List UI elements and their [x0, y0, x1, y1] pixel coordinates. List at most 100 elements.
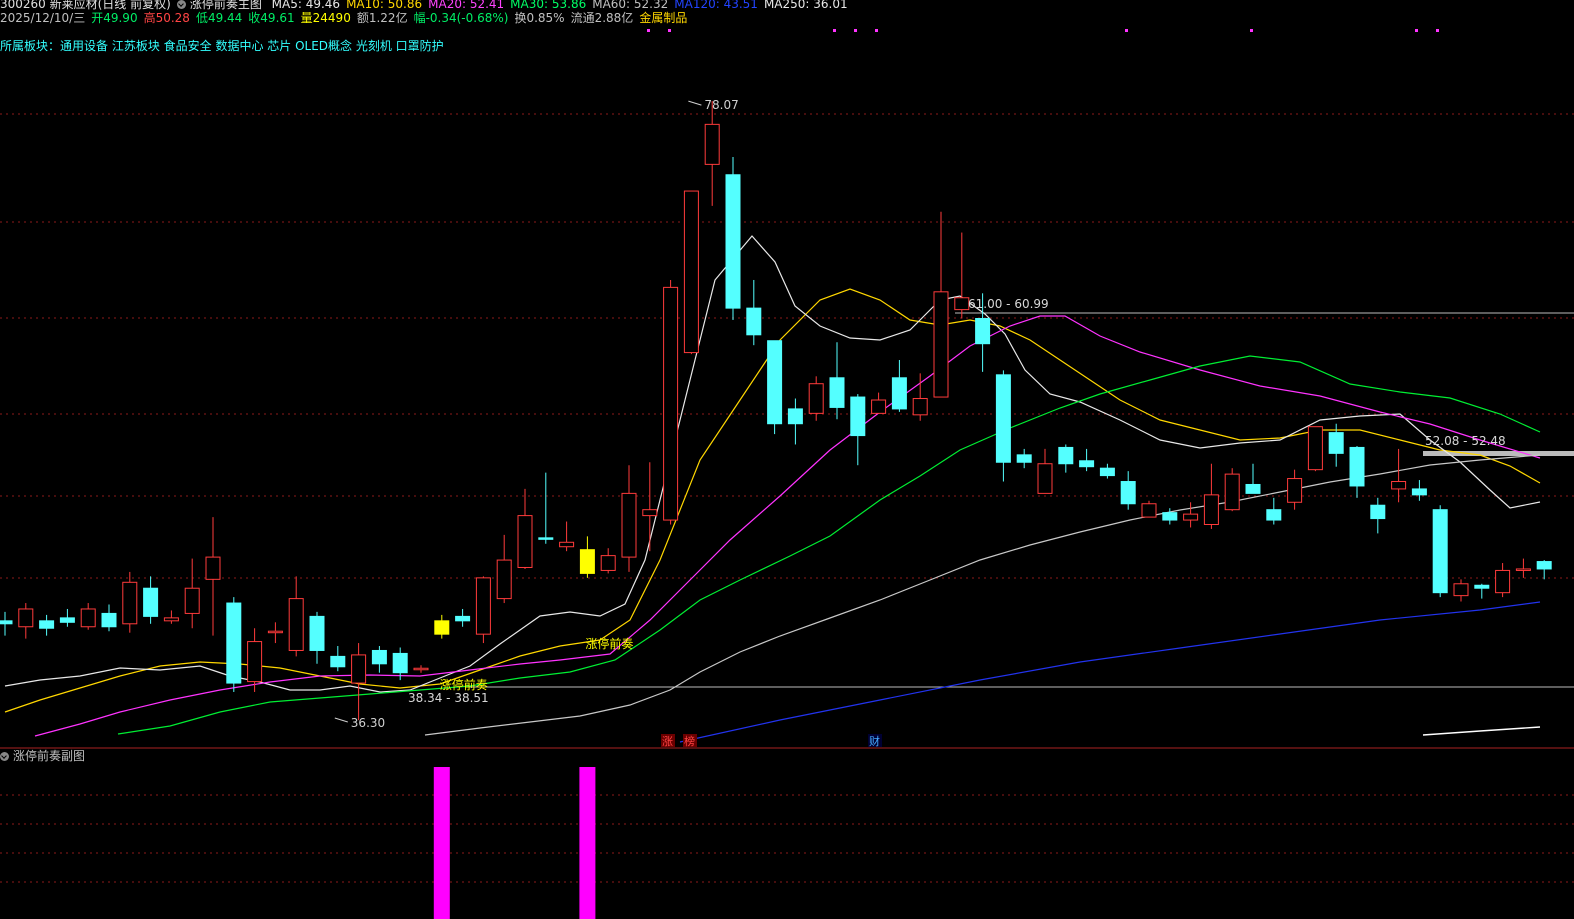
- candle-body: [205, 556, 221, 580]
- candle-body: [59, 617, 75, 623]
- candle: [330, 646, 346, 672]
- candle: [683, 190, 699, 355]
- candle-body: [1370, 504, 1386, 520]
- candle-body: [267, 630, 283, 634]
- candle: [309, 611, 325, 664]
- candle: [1079, 448, 1095, 472]
- high-price-label: 78.07: [704, 98, 738, 112]
- candle-body: [954, 297, 970, 311]
- candle: [226, 597, 242, 692]
- candle-body: [455, 615, 471, 622]
- candle-body: [746, 307, 762, 336]
- candle: [413, 665, 429, 673]
- candle: [371, 646, 387, 673]
- candle-body: [1203, 494, 1219, 525]
- candle-body: [1266, 509, 1282, 521]
- candle: [1453, 579, 1469, 602]
- candle-body: [288, 598, 304, 651]
- candle-body: [1016, 454, 1032, 463]
- candle-body: [1141, 503, 1157, 518]
- candle-body: [1058, 446, 1074, 465]
- high-pointer: [688, 100, 702, 106]
- candle-body: [1432, 509, 1448, 594]
- event-tag-cai: 财: [869, 734, 880, 748]
- candle-body: [1224, 473, 1240, 511]
- chevron-down-icon: [0, 752, 9, 761]
- candle: [559, 521, 575, 552]
- candle-body: [413, 667, 429, 671]
- candle-body: [975, 318, 991, 345]
- candle-body: [891, 377, 907, 410]
- candle: [267, 622, 283, 644]
- candle-body: [1411, 488, 1427, 496]
- event-dot: [647, 29, 650, 32]
- candle: [995, 370, 1011, 482]
- candle-body: [371, 649, 387, 665]
- candle: [0, 611, 13, 636]
- range-label-3: 38.34 - 38.51: [408, 691, 489, 705]
- candle: [1287, 469, 1303, 510]
- low-pointer: [334, 717, 348, 723]
- candle-body: [434, 620, 450, 635]
- candle-body: [309, 615, 325, 651]
- sub-chart-title: 涨停前奏副图: [13, 749, 86, 763]
- candle-body: [1495, 569, 1511, 594]
- candle: [912, 373, 928, 421]
- event-dot: [1125, 29, 1128, 32]
- candle-body: [330, 655, 346, 668]
- candle: [829, 342, 845, 420]
- candle: [1536, 560, 1552, 580]
- candle-body: [1328, 432, 1344, 454]
- candle: [954, 232, 970, 319]
- candle-body: [143, 587, 159, 617]
- range-label-1: 61.00 - 60.99: [968, 297, 1049, 311]
- sub-chart-header[interactable]: 涨停前奏副图: [0, 748, 85, 764]
- signal-label-2: 涨停前奏: [585, 636, 633, 651]
- candle-body: [559, 541, 575, 548]
- candle-body: [642, 509, 658, 517]
- candle: [1266, 497, 1282, 525]
- signal-label-1: 涨停前奏: [440, 677, 488, 692]
- candle: [1099, 463, 1115, 479]
- candle: [351, 643, 367, 721]
- candle-body: [912, 398, 928, 416]
- candle: [39, 614, 55, 636]
- candle: [101, 604, 117, 632]
- candle-body: [829, 377, 845, 408]
- candle: [496, 534, 512, 604]
- event-tag-bang: 榜: [684, 734, 695, 748]
- event-dot: [875, 29, 878, 32]
- candle: [891, 359, 907, 412]
- candle-body: [1183, 513, 1199, 521]
- candle: [642, 462, 658, 552]
- candle: [59, 608, 75, 627]
- candle: [1183, 502, 1199, 528]
- candle: [1411, 480, 1427, 501]
- candle-body: [933, 291, 949, 398]
- candle-body: [1287, 478, 1303, 503]
- candle: [704, 101, 720, 206]
- ma250-line: [1422, 726, 1541, 736]
- candle-body: [600, 555, 616, 571]
- candle-body: [226, 602, 242, 684]
- event-dot: [668, 29, 671, 32]
- event-tag-zhang: 涨: [662, 735, 673, 748]
- candle-body: [392, 652, 408, 674]
- candle-body: [1120, 481, 1136, 505]
- ma30-line: [117, 355, 1541, 735]
- candle: [1016, 448, 1032, 469]
- kline-chart[interactable]: 78.07 36.30 61.00 - 60.99 52.08 - 52.48 38.3…: [0, 0, 1574, 919]
- candle: [1058, 444, 1074, 473]
- candle: [1474, 583, 1490, 599]
- candle-body: [1391, 481, 1407, 490]
- candle: [288, 576, 304, 657]
- event-dot: [1250, 29, 1253, 32]
- candle-body: [1453, 583, 1469, 597]
- candle-body: [496, 559, 512, 600]
- candle-body: [1079, 460, 1095, 468]
- signal-bar: [579, 767, 596, 919]
- candle-body: [767, 340, 783, 425]
- candle-body: [995, 374, 1011, 463]
- candle: [1120, 471, 1136, 510]
- candle: [787, 398, 803, 445]
